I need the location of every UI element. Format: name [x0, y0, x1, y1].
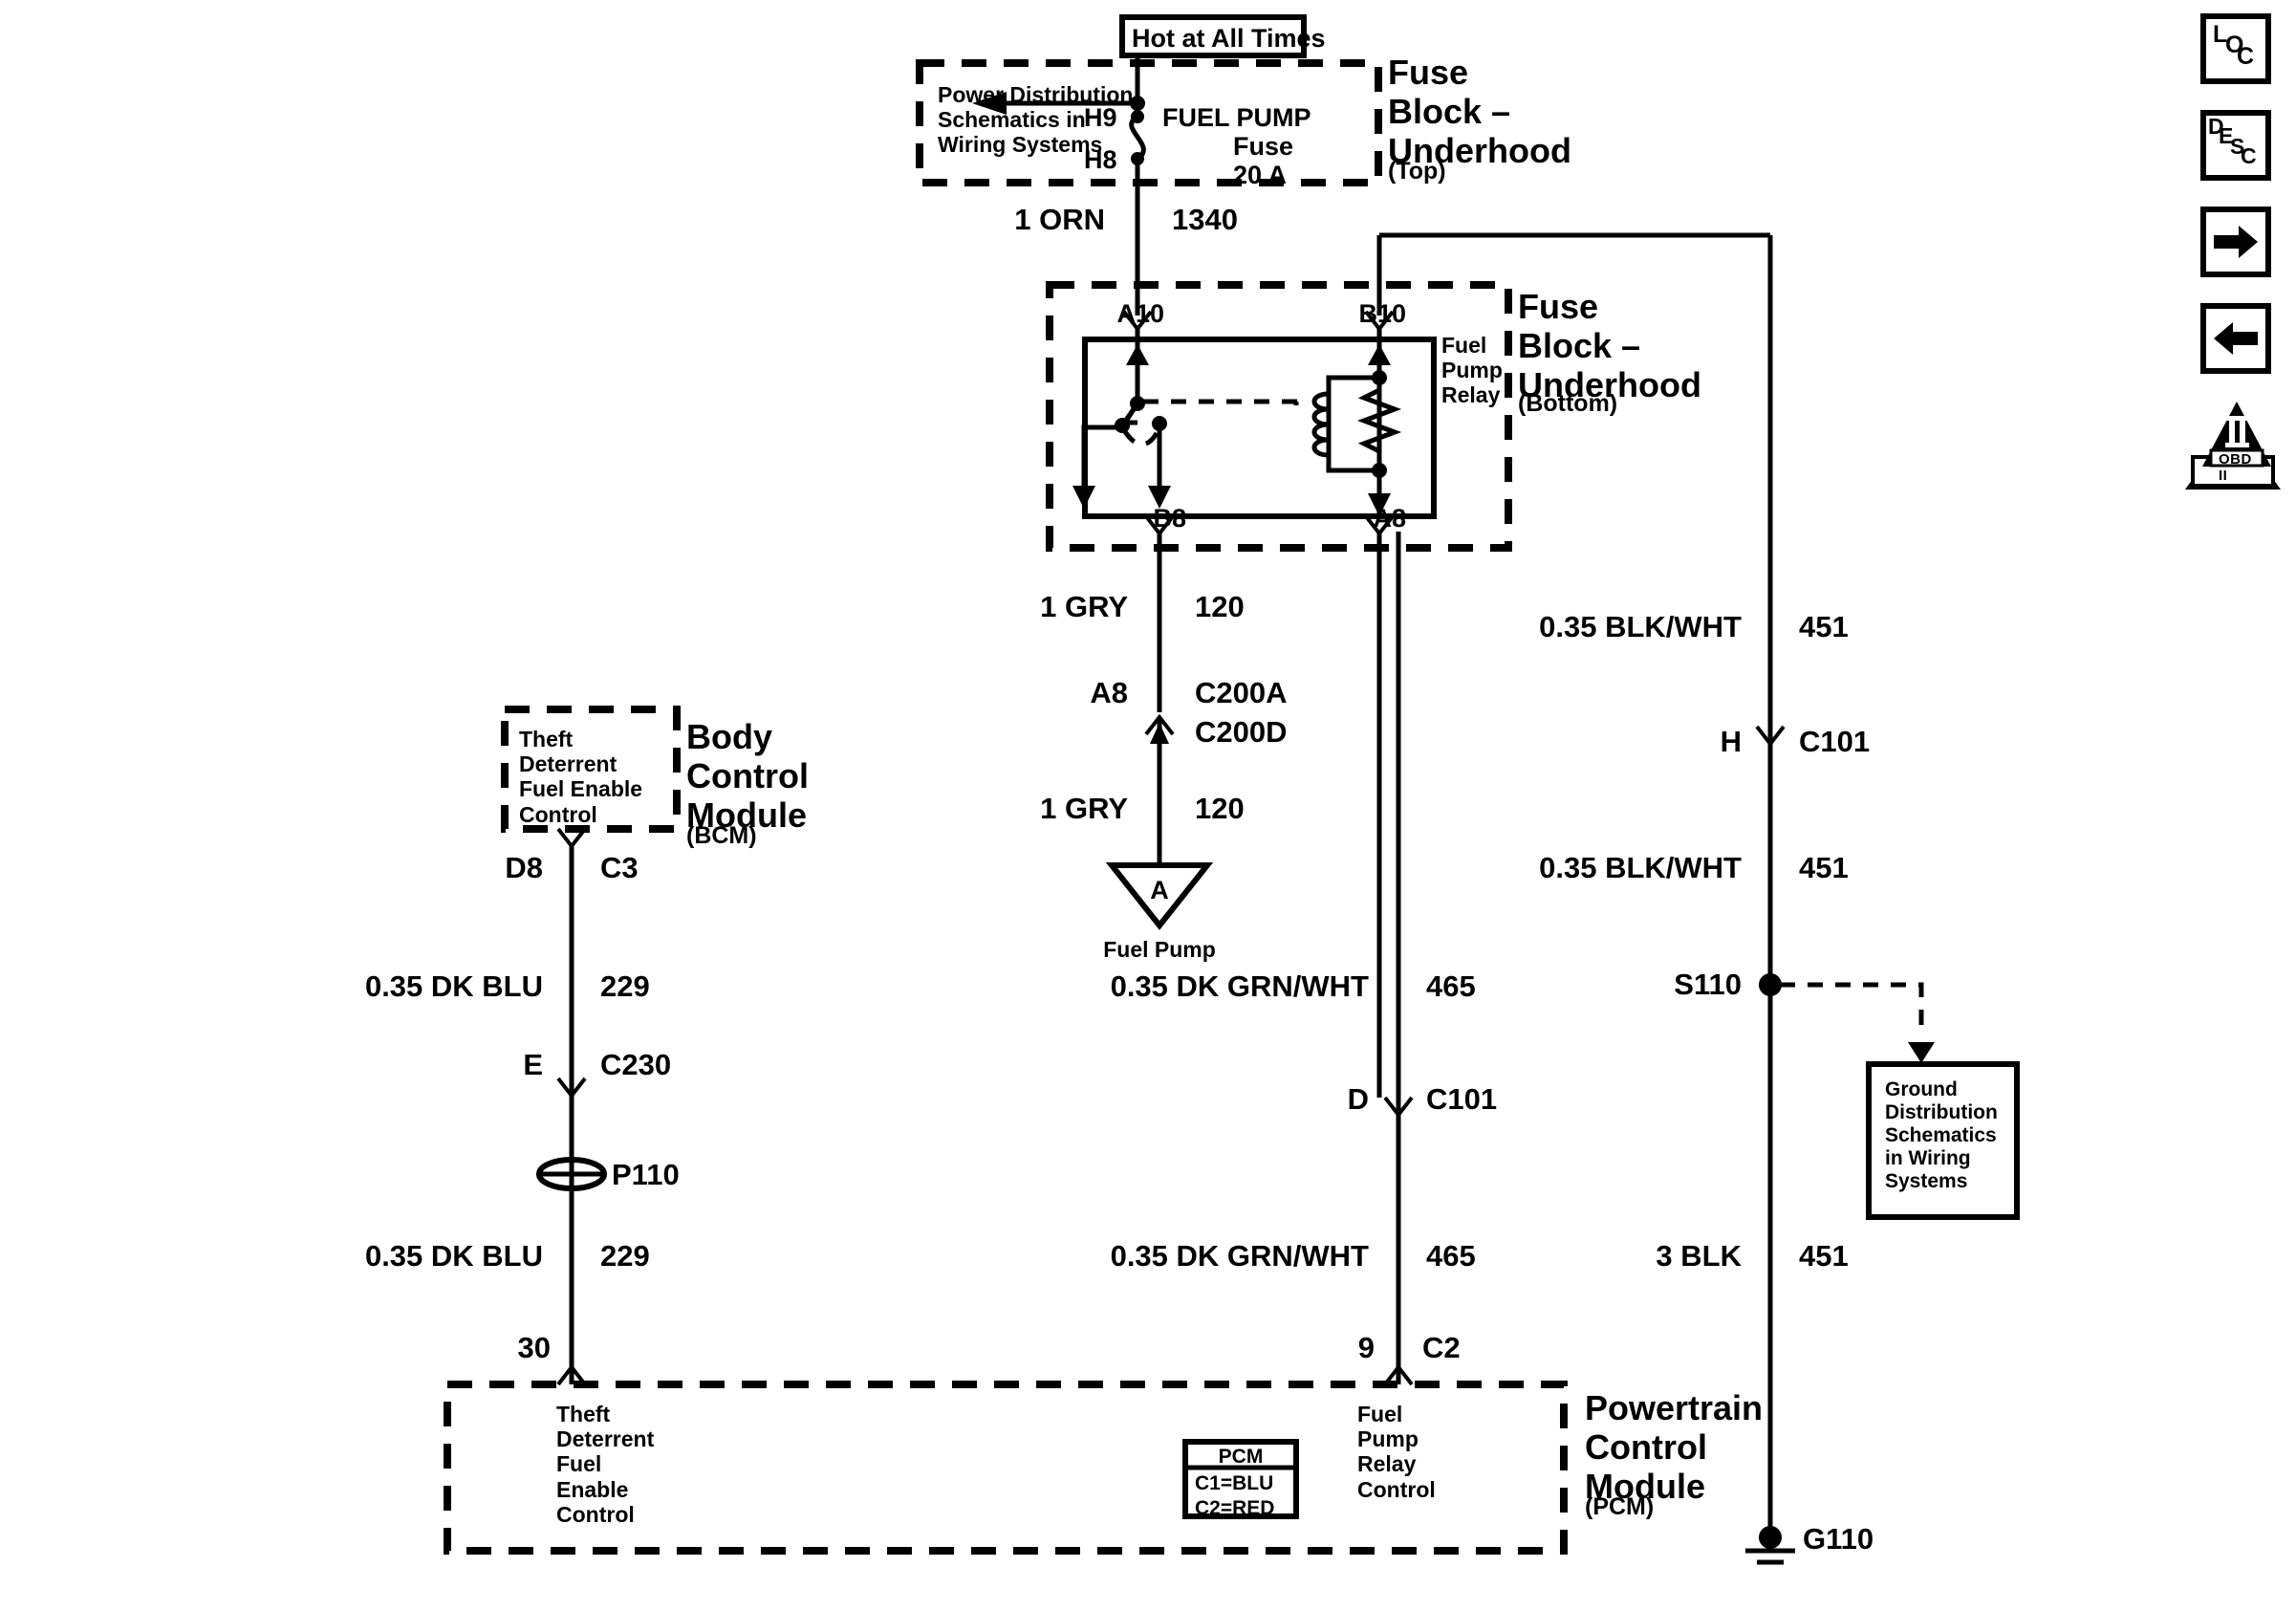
left-arrow-icon — [2214, 322, 2258, 355]
pcm-fuel-pump-relay-control-label: Fuel Pump Relay Control — [1357, 1402, 1436, 1502]
schematic-canvas: .ln{stroke:#000;stroke-width:5;fill:none… — [444, 14, 2281, 1565]
bcm-connector-label: C3 — [600, 851, 639, 884]
pcm-legend-c2: C2=RED — [1195, 1497, 1275, 1519]
s110-splice-dot — [1759, 973, 1782, 996]
next-page-button[interactable] — [2200, 207, 2271, 277]
fuse-block-bottom-title: Fuse Block – Underhood — [1518, 287, 1701, 405]
c101-h-connector-label: C101 — [1799, 725, 1871, 758]
pcm-sub: (PCM) — [1585, 1493, 1655, 1520]
pcm-theft-deterrent-label: Theft Deterrent Fuel Enable Control — [556, 1402, 655, 1527]
dk-blu-lower-gauge: 0.35 DK BLU — [364, 1239, 543, 1273]
g110-label: G110 — [1803, 1522, 1874, 1556]
schematic-page: .ln{stroke:#000;stroke-width:5;fill:none… — [0, 0, 2296, 1611]
blk-wht-lower-gauge: 0.35 BLK/WHT — [1539, 851, 1742, 884]
grn-wht-upper-circuit: 465 — [1426, 969, 1476, 1003]
pin-h8-label: H8 — [1084, 145, 1117, 174]
hot-at-all-times-label: Hot at All Times — [1132, 24, 1326, 53]
pcm-pin-9-label: 9 — [1357, 1331, 1375, 1364]
dk-blu-lower-circuit: 229 — [600, 1239, 650, 1273]
fuse-block-top-title: Fuse Block – Underhood — [1388, 53, 1571, 171]
gry-wire-lower-circuit: 120 — [1195, 792, 1245, 825]
relay-nc-arrowhead — [1072, 486, 1095, 509]
right-arrow-icon — [2214, 226, 2258, 258]
c230-pin-label: E — [523, 1048, 543, 1081]
right-toolbar: L O C D E S C OBD II — [2200, 13, 2273, 484]
fuse-word-label: Fuse — [1233, 132, 1294, 161]
c101-d-connector-label: C101 — [1426, 1082, 1498, 1116]
pin-b10-label: B10 — [1358, 299, 1406, 328]
gry-wire-lower-gauge: 1 GRY — [1040, 792, 1128, 825]
pcm-legend-title: PCM — [1218, 1446, 1264, 1468]
loc-button[interactable]: L O C — [2200, 13, 2271, 84]
blk-wire-gauge: 3 BLK — [1656, 1239, 1742, 1273]
ground-dist-arrowhead — [1908, 1042, 1935, 1063]
fuse-block-bottom-sub: (Bottom) — [1518, 390, 1618, 417]
fuse-rating-label: 20 A — [1233, 161, 1288, 189]
fuse-block-top-sub: (Top) — [1388, 158, 1446, 185]
c200d-connector-label: C200D — [1195, 715, 1288, 749]
bcm-title: Body Control Module — [686, 717, 809, 836]
gry-wire-upper-circuit: 120 — [1195, 590, 1245, 623]
gry-wire-upper-gauge: 1 GRY — [1040, 590, 1128, 623]
blk-wire-circuit: 451 — [1799, 1239, 1849, 1273]
pin-h9-label: H9 — [1084, 103, 1117, 132]
grn-wht-upper-gauge: 0.35 DK GRN/WHT — [1110, 969, 1369, 1003]
ground-distribution-reference[interactable]: Ground Distribution Schematics in Wiring… — [1885, 1078, 1998, 1193]
c230-connector-label: C230 — [600, 1048, 672, 1081]
loc-letter-c: C — [2237, 43, 2255, 70]
pcm-connector-c2-label: C2 — [1422, 1331, 1461, 1364]
desc-letter-c: C — [2241, 143, 2257, 168]
prev-page-button[interactable] — [2200, 303, 2271, 374]
relay-contact-arc — [1121, 425, 1162, 447]
dk-blu-upper-circuit: 229 — [600, 969, 650, 1003]
grn-wht-lower-gauge: 0.35 DK GRN/WHT — [1110, 1239, 1369, 1273]
fuel-pump-cell-letter: A — [1150, 876, 1169, 904]
s110-splice-label: S110 — [1674, 968, 1742, 1001]
orn-wire-circuit-number: 1340 — [1172, 203, 1238, 236]
c101-d-pin-label: D — [1347, 1082, 1369, 1116]
bcm-pin-label: D8 — [505, 851, 543, 884]
pin-a8-relay-label: A8 — [1373, 504, 1406, 533]
blk-wht-upper-gauge: 0.35 BLK/WHT — [1539, 610, 1742, 643]
pcm-legend-c1: C1=BLU — [1195, 1472, 1274, 1494]
pcm-pin-30-label: 30 — [517, 1331, 551, 1364]
c200-pin-label: A8 — [1090, 676, 1128, 709]
obd-ii-button[interactable]: OBD II — [2200, 400, 2273, 484]
pin-a10-label: A10 — [1116, 299, 1164, 328]
c101-h-pin-label: H — [1720, 725, 1742, 758]
c200a-connector-label: C200A — [1195, 676, 1288, 709]
orn-wire-gauge-color: 1 ORN — [1014, 203, 1105, 236]
blk-wht-upper-circuit: 451 — [1799, 610, 1849, 643]
desc-button[interactable]: D E S C — [2200, 110, 2271, 181]
grn-wht-lower-circuit: 465 — [1426, 1239, 1476, 1273]
obd-ii-label: OBD II — [2219, 451, 2252, 484]
pcm-title: Powertrain Control Module — [1585, 1388, 1764, 1507]
bcm-sub: (BCM) — [686, 822, 757, 849]
pin-b8-label: B8 — [1153, 504, 1186, 533]
ground-dist-dashed-link — [1780, 982, 1924, 1034]
g110-dot — [1759, 1526, 1782, 1549]
fuse-name-label: FUEL PUMP — [1162, 103, 1311, 132]
fuel-pump-cell-label: Fuel Pump — [1103, 937, 1216, 962]
blk-wht-lower-circuit: 451 — [1799, 851, 1849, 884]
p110-label: P110 — [612, 1158, 680, 1191]
dk-blu-upper-gauge: 0.35 DK BLU — [364, 969, 543, 1003]
bcm-inner-function-label: Theft Deterrent Fuel Enable Control — [519, 727, 643, 827]
fuel-pump-relay-label: Fuel Pump Relay — [1441, 333, 1503, 408]
